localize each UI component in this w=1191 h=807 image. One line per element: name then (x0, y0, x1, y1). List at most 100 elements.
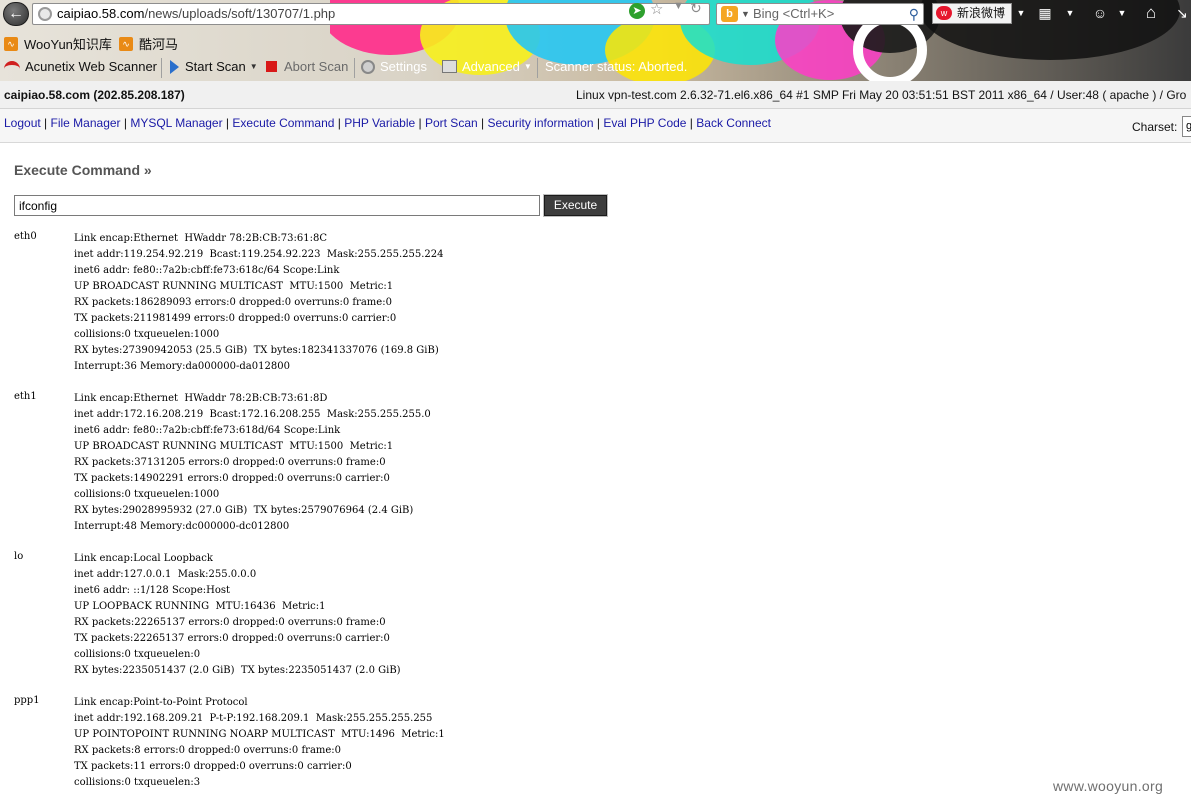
start-scan-button[interactable]: Start Scan ▼ (170, 59, 258, 74)
output-line: Link encap:Local Loopback (74, 553, 213, 564)
engine-dropdown-icon[interactable]: ▼ (741, 4, 750, 24)
output-line: inet6 addr: fe80::7a2b:cbff:fe73:618d/64… (74, 425, 341, 436)
advanced-label: Advanced (462, 59, 520, 74)
url-host: caipiao.58.com (57, 6, 145, 21)
watermark: www.wooyun.org (1053, 778, 1164, 794)
smiley-dropdown-icon[interactable]: ▼ (1116, 2, 1128, 24)
output-line: inet addr:172.16.208.219 Bcast:172.16.20… (74, 409, 431, 420)
browser-chrome: ← caipiao.58.com/news/uploads/soft/13070… (0, 0, 1191, 81)
output-line: TX packets:211981499 errors:0 dropped:0 … (74, 313, 397, 324)
interface-name: eth1 (14, 391, 37, 402)
charset-label: Charset: (1132, 120, 1178, 134)
abort-scan-label: Abort Scan (284, 59, 349, 74)
output-line: Interrupt:48 Memory:dc000000-dc012800 (74, 521, 290, 532)
nav-eval-php-code[interactable]: Eval PHP Code (603, 116, 686, 130)
acunetix-logo-icon (4, 60, 20, 73)
weibo-dropdown-icon[interactable]: ▼ (1016, 2, 1026, 24)
nav-file-manager[interactable]: File Manager (51, 116, 121, 130)
output-line: collisions:0 txqueuelen:3 (74, 777, 201, 788)
interface-block: lo Link encap:Local Loopback inet addr:127… (14, 551, 914, 679)
smiley-icon[interactable]: ☺ (1090, 2, 1110, 24)
rss-feed-icon: ∿ (4, 36, 18, 51)
execute-button[interactable]: Execute (543, 194, 608, 217)
site-identity-icon[interactable] (38, 7, 52, 21)
search-bar[interactable]: b ▼ Bing <Ctrl+K> ⚲ (716, 3, 924, 25)
acunetix-label: Acunetix Web Scanner (25, 59, 157, 74)
nav-port-scan[interactable]: Port Scan (425, 116, 478, 130)
output-line: collisions:0 txqueuelen:0 (74, 649, 201, 660)
play-icon (170, 59, 179, 74)
tools-icon[interactable]: ▦ (1034, 2, 1056, 24)
downloads-icon[interactable]: ↘ (1174, 2, 1190, 24)
interface-block: eth0 Link encap:Ethernet HWaddr 78:2B:CB:… (14, 231, 914, 375)
bing-engine-icon[interactable]: b (721, 6, 738, 22)
toolbar-divider (161, 58, 162, 78)
settings-button[interactable]: Settings (361, 59, 427, 74)
search-icon[interactable]: ⚲ (909, 4, 919, 24)
start-scan-dropdown-icon[interactable]: ▼ (250, 62, 258, 71)
output-line: RX bytes:29028995932 (27.0 GiB) TX bytes… (74, 505, 414, 516)
output-line: RX packets:8 errors:0 dropped:0 overruns… (74, 745, 342, 756)
command-output: eth0 Link encap:Ethernet HWaddr 78:2B:CB:… (14, 231, 914, 807)
weibo-icon: w (936, 6, 952, 20)
interface-block: eth1 Link encap:Ethernet HWaddr 78:2B:CB:… (14, 391, 914, 535)
weibo-button[interactable]: w 新浪微博 (932, 3, 1012, 24)
wrench-icon (361, 59, 375, 74)
output-line: Link encap:Ethernet HWaddr 78:2B:CB:73:6… (74, 233, 327, 244)
interface-name: eth0 (14, 231, 37, 242)
nav-security-information[interactable]: Security information (487, 116, 593, 130)
command-input[interactable] (14, 195, 540, 216)
bookmark-kuhema[interactable]: ∿ 酷河马 (119, 34, 178, 53)
page-title: Execute Command » (14, 162, 152, 178)
bookmark-wooyun[interactable]: ∿ WooYun知识库 (4, 34, 112, 53)
nav-mysql-manager[interactable]: MYSQL Manager (130, 116, 222, 130)
interface-block: ppp1 Link encap:Point-to-Point Protocol in… (14, 695, 914, 791)
output-line: UP POINTOPOINT RUNNING NOARP MULTICAST M… (74, 729, 445, 740)
output-line: TX packets:14902291 errors:0 dropped:0 o… (74, 473, 390, 484)
acunetix-product[interactable]: Acunetix Web Scanner (4, 59, 157, 74)
advanced-panel-icon (442, 60, 457, 73)
history-dropdown-icon[interactable]: ▼ (673, 0, 684, 12)
nav-execute-command[interactable]: Execute Command (232, 116, 334, 130)
scanner-status-text: Scanner status: Aborted. (545, 59, 688, 74)
home-icon[interactable]: ⌂ (1140, 3, 1162, 23)
output-line: inet6 addr: fe80::7a2b:cbff:fe73:618c/64… (74, 265, 340, 276)
address-bar[interactable]: caipiao.58.com/news/uploads/soft/130707/… (32, 3, 710, 25)
shell-nav: Logout | File Manager | MYSQL Manager | … (0, 109, 1191, 143)
weibo-label: 新浪微博 (957, 6, 1006, 20)
reload-icon[interactable]: ↻ (690, 0, 702, 17)
output-line: RX packets:186289093 errors:0 dropped:0 … (74, 297, 392, 308)
output-line: collisions:0 txqueuelen:1000 (74, 329, 220, 340)
output-line: collisions:0 txqueuelen:1000 (74, 489, 220, 500)
server-info-bar: caipiao.58.com (202.85.208.187) Linux vp… (0, 81, 1191, 109)
stop-icon (266, 61, 277, 72)
advanced-dropdown-icon[interactable]: ▼ (524, 62, 532, 71)
output-line: RX bytes:27390942053 (25.5 GiB) TX bytes… (74, 345, 439, 356)
search-placeholder: Bing <Ctrl+K> (753, 6, 835, 21)
start-scan-label: Start Scan (185, 59, 246, 74)
advanced-button[interactable]: Advanced ▼ (442, 59, 532, 74)
bookmark-label: WooYun知识库 (24, 37, 112, 52)
output-line: TX packets:11 errors:0 dropped:0 overrun… (74, 761, 352, 772)
output-line: UP LOOPBACK RUNNING MTU:16436 Metric:1 (74, 601, 326, 612)
output-line: TX packets:22265137 errors:0 dropped:0 o… (74, 633, 390, 644)
system-info: Linux vpn-test.com 2.6.32-71.el6.x86_64 … (576, 88, 1187, 102)
nav-php-variable[interactable]: PHP Variable (344, 116, 415, 130)
abort-scan-button[interactable]: Abort Scan (266, 59, 348, 74)
charset-select[interactable]: g (1182, 116, 1191, 137)
host-info: caipiao.58.com (202.85.208.187) (4, 88, 185, 102)
output-line: UP BROADCAST RUNNING MULTICAST MTU:1500 … (74, 441, 394, 452)
nav-links: Logout | File Manager | MYSQL Manager | … (4, 116, 771, 130)
toolbar-divider (354, 58, 355, 78)
go-arrow-icon[interactable]: ➤ (629, 3, 645, 19)
output-line: inet addr:127.0.0.1 Mask:255.0.0.0 (74, 569, 257, 580)
back-button[interactable]: ← (3, 2, 29, 26)
nav-logout[interactable]: Logout (4, 116, 41, 130)
bookmark-label: 酷河马 (139, 37, 179, 52)
bookmark-star-icon[interactable]: ☆ (650, 0, 663, 18)
output-line: inet addr:192.168.209.21 P-t-P:192.168.2… (74, 713, 433, 724)
tools-dropdown-icon[interactable]: ▼ (1064, 2, 1076, 24)
settings-label: Settings (380, 59, 427, 74)
nav-back-connect[interactable]: Back Connect (696, 116, 771, 130)
rss-feed-icon: ∿ (119, 36, 133, 51)
